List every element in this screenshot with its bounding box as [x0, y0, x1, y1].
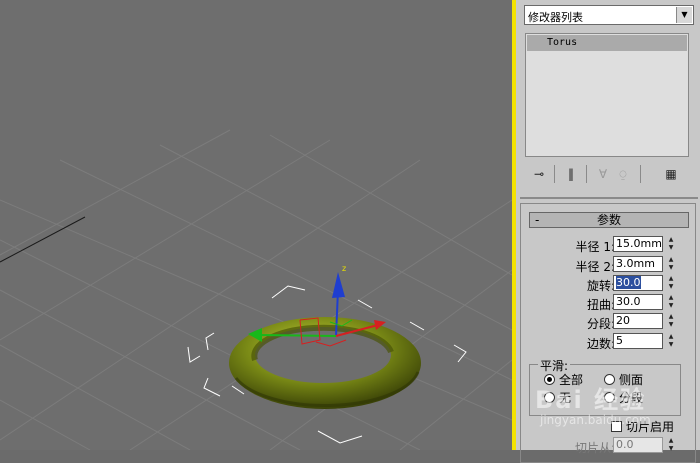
rotation-input[interactable]: 30.0 — [613, 275, 663, 291]
modifier-list-label: 修改器列表 — [528, 11, 583, 24]
watermark-url: jingyan.baidu.com — [540, 413, 651, 427]
slice-from-spinner[interactable]: ▲ ▼ — [666, 437, 676, 453]
radius2-input[interactable]: 3.0mm — [613, 256, 663, 272]
stack-item-torus[interactable]: Torus — [527, 35, 687, 51]
sides-spinner[interactable]: ▲ ▼ — [666, 333, 676, 349]
param-label: 切片从: — [574, 441, 615, 455]
configure-modifier-sets-icon[interactable]: ▦ — [662, 165, 680, 183]
viewport-scene[interactable]: z — [0, 0, 512, 450]
param-rotation-row: 旋转: 30.0 ▲ ▼ — [521, 275, 697, 293]
make-unique-icon[interactable]: ∀ — [594, 165, 612, 183]
param-radius1-row: 半径 1: 15.0mm ▲ ▼ — [521, 236, 697, 254]
param-segments-row: 分段: 20 ▲ ▼ — [521, 313, 697, 331]
param-label: 半径 1: — [575, 240, 616, 254]
sides-input[interactable]: 5 — [613, 333, 663, 349]
twist-spinner[interactable]: ▲ ▼ — [666, 294, 676, 310]
param-radius2-row: 半径 2: 3.0mm ▲ ▼ — [521, 256, 697, 274]
watermark-logo: Bai 经验 — [535, 386, 647, 414]
param-twist-row: 扭曲: 30.0 ▲ ▼ — [521, 294, 697, 312]
rotation-input-selection: 30.0 — [616, 276, 641, 289]
stack-toolbar: ⊸ ‖ ∀ ⍜ ▦ — [526, 162, 696, 184]
radius2-spinner[interactable]: ▲ ▼ — [666, 256, 676, 272]
modifier-stack[interactable]: Torus — [525, 33, 689, 157]
slice-from-input[interactable]: 0.0 — [613, 437, 663, 453]
radius1-spinner[interactable]: ▲ ▼ — [666, 236, 676, 252]
toolbar-divider — [640, 165, 641, 183]
param-label: 分段: — [586, 317, 615, 331]
param-label: 旋转: — [586, 279, 615, 293]
chevron-down-icon[interactable]: ▼ — [676, 7, 692, 23]
perspective-viewport[interactable]: z — [0, 0, 512, 450]
rotation-spinner[interactable]: ▲ ▼ — [666, 275, 676, 291]
grid-axis-line — [0, 216, 86, 263]
twist-input[interactable]: 30.0 — [613, 294, 663, 310]
param-sides-row: 边数: 5 ▲ ▼ — [521, 333, 697, 351]
remove-modifier-icon[interactable]: ⍜ — [614, 165, 632, 183]
param-slice-from-row: 切片从: 0.0 ▲ ▼ — [521, 437, 697, 455]
param-label: 边数: — [586, 337, 615, 351]
parameters-rollout-header[interactable]: - 参数 — [529, 212, 689, 228]
segments-spinner[interactable]: ▲ ▼ — [666, 313, 676, 329]
toolbar-divider — [554, 165, 555, 183]
home-grid — [0, 129, 512, 450]
rollout-divider — [520, 197, 698, 199]
show-end-result-icon[interactable]: ‖ — [562, 165, 580, 183]
segments-input[interactable]: 20 — [613, 313, 663, 329]
radius1-input[interactable]: 15.0mm — [613, 236, 663, 252]
gizmo-z-label: z — [342, 264, 346, 273]
toolbar-divider — [586, 165, 587, 183]
modifier-list-dropdown[interactable]: 修改器列表 ▼ — [524, 5, 694, 25]
pin-stack-icon[interactable]: ⊸ — [530, 165, 548, 183]
param-label: 半径 2: — [575, 260, 616, 274]
rollout-title: 参数 — [596, 213, 621, 227]
param-label: 扭曲: — [586, 298, 615, 312]
